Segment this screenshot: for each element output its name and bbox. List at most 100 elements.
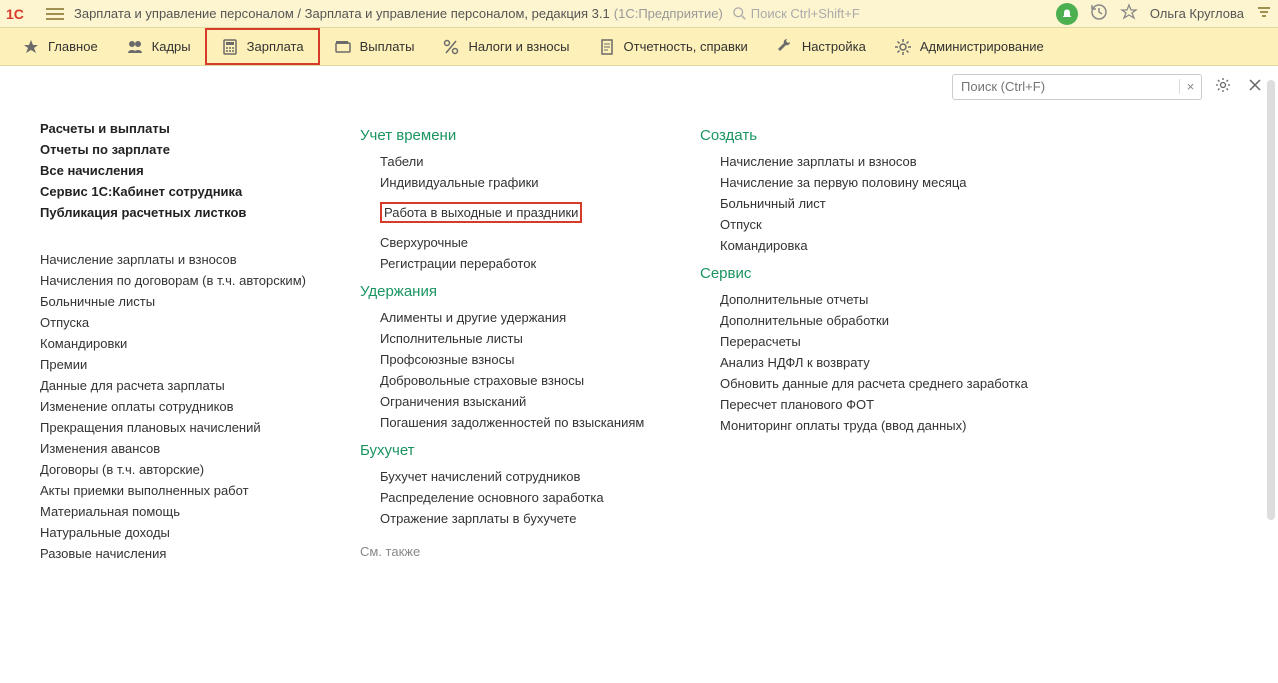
top-icons: Ольга Круглова xyxy=(1056,3,1272,25)
wrench-icon xyxy=(776,38,794,56)
titlebar: 1С Зарплата и управление персоналом / За… xyxy=(0,0,1278,28)
link-item[interactable]: Сверхурочные xyxy=(380,235,690,250)
link-item[interactable]: Данные для расчета зарплаты xyxy=(40,378,360,393)
link-item[interactable]: Акты приемки выполненных работ xyxy=(40,483,360,498)
link-item-highlighted-wrapper: Работа в выходные и праздники xyxy=(380,202,582,223)
nav-label: Главное xyxy=(48,39,98,54)
link-item[interactable]: Мониторинг оплаты труда (ввод данных) xyxy=(720,418,1060,433)
bold-link[interactable]: Отчеты по зарплате xyxy=(40,142,360,157)
scrollbar[interactable] xyxy=(1266,80,1276,640)
history-icon[interactable] xyxy=(1090,3,1108,24)
menu-icon[interactable] xyxy=(46,8,64,20)
nav-personnel[interactable]: Кадры xyxy=(112,28,205,65)
link-item[interactable]: Натуральные доходы xyxy=(40,525,360,540)
nav-salary[interactable]: Зарплата xyxy=(205,28,320,65)
scroll-thumb[interactable] xyxy=(1267,80,1275,520)
link-item[interactable]: Больничный лист xyxy=(720,196,1060,211)
nav-label: Зарплата xyxy=(247,39,304,54)
section-title-create[interactable]: Создать xyxy=(700,127,1060,144)
link-item[interactable]: Командировка xyxy=(720,238,1060,253)
nav-label: Налоги и взносы xyxy=(468,39,569,54)
link-item[interactable]: Начисления по договорам (в т.ч. авторски… xyxy=(40,273,360,288)
link-item[interactable]: Договоры (в т.ч. авторские) xyxy=(40,462,360,477)
navbar: Главное Кадры Зарплата Выплаты Налоги и … xyxy=(0,28,1278,66)
link-item[interactable]: Разовые начисления xyxy=(40,546,360,561)
link-item[interactable]: Отражение зарплаты в бухучете xyxy=(380,511,690,526)
nav-label: Отчетность, справки xyxy=(624,39,748,54)
svg-text:1С: 1С xyxy=(6,6,24,22)
panel-menu-icon[interactable] xyxy=(1256,5,1272,22)
link-item[interactable]: Начисление за первую половину месяца xyxy=(720,175,1060,190)
bold-link[interactable]: Публикация расчетных листков xyxy=(40,205,360,220)
link-item[interactable]: Регистрации переработок xyxy=(380,256,690,271)
section-title-service: Сервис xyxy=(700,265,1060,282)
search-input[interactable] xyxy=(953,79,1179,94)
link-item[interactable]: Изменение оплаты сотрудников xyxy=(40,399,360,414)
user-name[interactable]: Ольга Круглова xyxy=(1150,6,1244,21)
link-item[interactable]: Материальная помощь xyxy=(40,504,360,519)
link-item[interactable]: Исполнительные листы xyxy=(380,331,690,346)
link-item[interactable]: Начисление зарплаты и взносов xyxy=(720,154,1060,169)
link-item[interactable]: Анализ НДФЛ к возврату xyxy=(720,355,1060,370)
bold-link[interactable]: Расчеты и выплаты xyxy=(40,121,360,136)
link-item[interactable]: Табели xyxy=(380,154,690,169)
percent-icon xyxy=(442,38,460,56)
link-item[interactable]: Изменения авансов xyxy=(40,441,360,456)
search-icon xyxy=(733,7,747,21)
global-search-placeholder: Поиск Ctrl+Shift+F xyxy=(751,6,860,21)
link-item[interactable]: Больничные листы xyxy=(40,294,360,309)
link-work-weekends[interactable]: Работа в выходные и праздники xyxy=(380,202,582,223)
close-button[interactable] xyxy=(1244,74,1266,99)
app-title: Зарплата и управление персоналом / Зарпл… xyxy=(74,6,610,21)
column-3: Создать Начисление зарплаты и взносов На… xyxy=(700,115,1060,683)
link-item[interactable]: Распределение основного заработка xyxy=(380,490,690,505)
content: Расчеты и выплаты Отчеты по зарплате Все… xyxy=(0,107,1278,683)
calculator-icon xyxy=(221,38,239,56)
section-title-deductions: Удержания xyxy=(360,283,690,300)
link-item[interactable]: Алименты и другие удержания xyxy=(380,310,690,325)
nav-label: Администрирование xyxy=(920,39,1044,54)
global-search[interactable]: Поиск Ctrl+Shift+F xyxy=(733,6,1056,21)
subtoolbar: × xyxy=(0,66,1278,107)
report-icon xyxy=(598,38,616,56)
bold-link[interactable]: Все начисления xyxy=(40,163,360,178)
link-item[interactable]: Дополнительные обработки xyxy=(720,313,1060,328)
page-search[interactable]: × xyxy=(952,74,1202,100)
link-item[interactable]: Отпуска xyxy=(40,315,360,330)
link-item[interactable]: Бухучет начислений сотрудников xyxy=(380,469,690,484)
link-item[interactable]: Профсоюзные взносы xyxy=(380,352,690,367)
column-1: Расчеты и выплаты Отчеты по зарплате Все… xyxy=(40,115,360,683)
link-item[interactable]: Ограничения взысканий xyxy=(380,394,690,409)
link-item[interactable]: Начисление зарплаты и взносов xyxy=(40,252,360,267)
search-clear-button[interactable]: × xyxy=(1179,79,1201,94)
notifications-icon[interactable] xyxy=(1056,3,1078,25)
section-title-time: Учет времени xyxy=(360,127,690,144)
link-item[interactable]: Добровольные страховые взносы xyxy=(380,373,690,388)
settings-button[interactable] xyxy=(1210,72,1236,101)
link-item[interactable]: Командировки xyxy=(40,336,360,351)
nav-settings[interactable]: Настройка xyxy=(762,28,880,65)
link-item[interactable]: Прекращения плановых начислений xyxy=(40,420,360,435)
link-item[interactable]: Обновить данные для расчета среднего зар… xyxy=(720,376,1060,391)
nav-main[interactable]: Главное xyxy=(8,28,112,65)
wallet-icon xyxy=(334,38,352,56)
nav-reports[interactable]: Отчетность, справки xyxy=(584,28,762,65)
link-item[interactable]: Пересчет планового ФОТ xyxy=(720,397,1060,412)
gear-icon xyxy=(1214,76,1232,94)
link-item[interactable]: Дополнительные отчеты xyxy=(720,292,1060,307)
star-icon xyxy=(22,38,40,56)
favorite-icon[interactable] xyxy=(1120,3,1138,24)
nav-payments[interactable]: Выплаты xyxy=(320,28,429,65)
column-2: Учет времени Табели Индивидуальные графи… xyxy=(360,115,690,683)
nav-label: Кадры xyxy=(152,39,191,54)
nav-admin[interactable]: Администрирование xyxy=(880,28,1058,65)
link-item[interactable]: Индивидуальные графики xyxy=(380,175,690,190)
link-item[interactable]: Перерасчеты xyxy=(720,334,1060,349)
link-item[interactable]: Отпуск xyxy=(720,217,1060,232)
link-item[interactable]: Погашения задолженностей по взысканиям xyxy=(380,415,690,430)
nav-label: Выплаты xyxy=(360,39,415,54)
nav-taxes[interactable]: Налоги и взносы xyxy=(428,28,583,65)
close-icon xyxy=(1248,78,1262,92)
bold-link[interactable]: Сервис 1С:Кабинет сотрудника xyxy=(40,184,360,199)
link-item[interactable]: Премии xyxy=(40,357,360,372)
